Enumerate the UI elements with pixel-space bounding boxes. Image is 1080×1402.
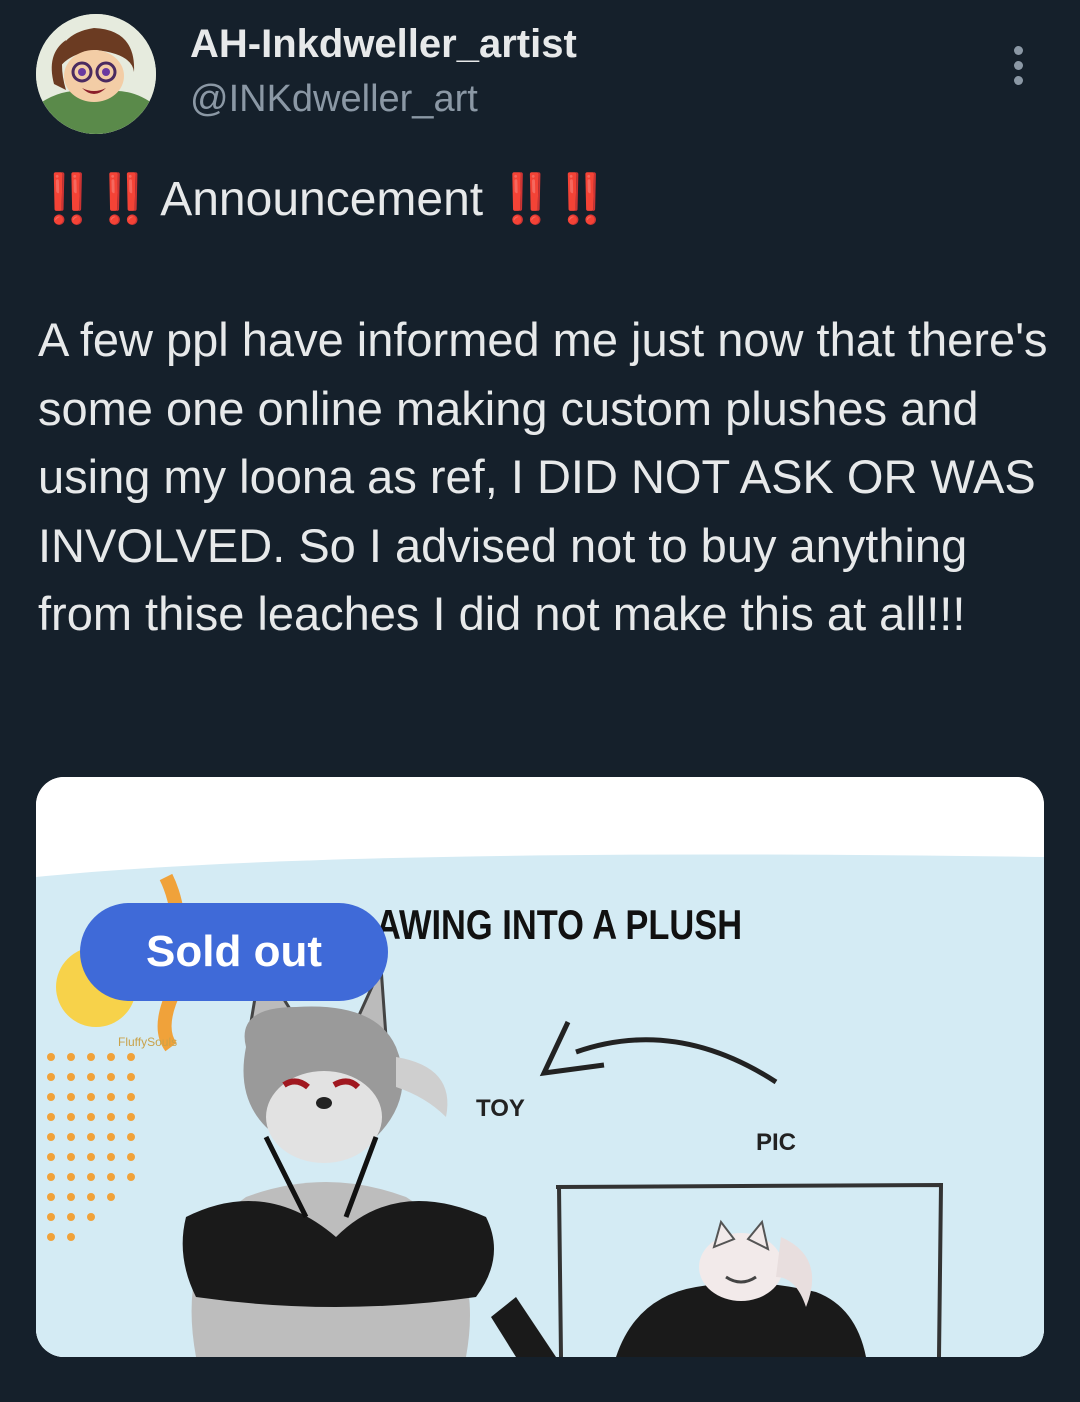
tweet-body: A few ppl have informed me just now that… bbox=[38, 313, 1048, 640]
tweet-media[interactable]: FluffySouls AWING INTO A PLUSH Sold out … bbox=[36, 777, 1044, 1357]
toy-label: TOY bbox=[476, 1095, 525, 1122]
more-options-button[interactable] bbox=[1000, 40, 1040, 90]
double-exclamation-icon: ‼️‼️ bbox=[38, 173, 154, 226]
pic-label: PIC bbox=[756, 1129, 797, 1156]
more-vertical-icon-dot bbox=[1014, 76, 1023, 85]
author-name[interactable]: AH-Inkdweller_artist bbox=[190, 20, 577, 68]
sold-out-badge: Sold out bbox=[80, 903, 388, 1001]
headline-text: Announcement bbox=[160, 173, 484, 226]
watermark: FluffySouls bbox=[118, 1035, 178, 1049]
media-illustration bbox=[36, 777, 1044, 1357]
avatar[interactable] bbox=[36, 14, 156, 134]
image-heading: AWING INTO A PLUSH bbox=[376, 901, 743, 948]
double-exclamation-icon: ‼️‼️ bbox=[496, 173, 612, 226]
more-vertical-icon-dot bbox=[1014, 61, 1023, 70]
more-vertical-icon bbox=[1014, 46, 1023, 55]
avatar-image bbox=[36, 14, 156, 134]
author-handle[interactable]: @INKdweller_art bbox=[190, 76, 478, 122]
tweet-headline: ‼️‼️ Announcement ‼️‼️ bbox=[38, 168, 612, 232]
